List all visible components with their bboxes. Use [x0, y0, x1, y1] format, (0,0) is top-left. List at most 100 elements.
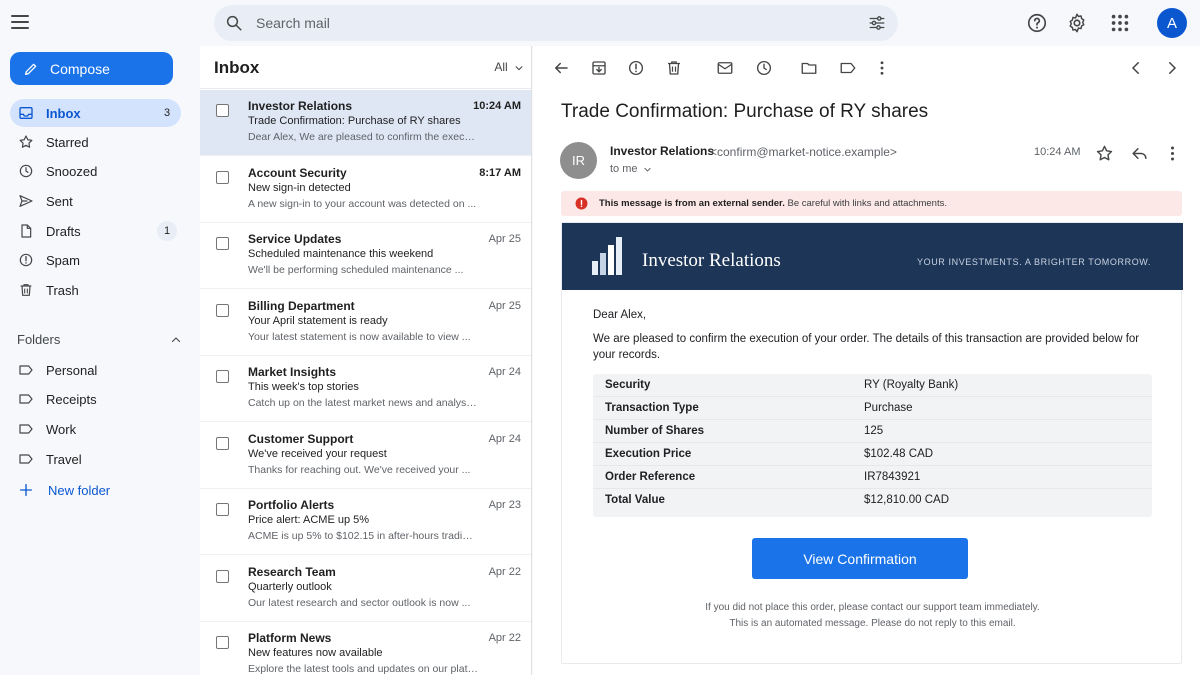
help-icon[interactable] [1026, 12, 1048, 34]
row-checkbox[interactable] [216, 303, 229, 317]
row-checkbox[interactable] [216, 569, 229, 583]
email-row[interactable]: Market Insights Apr 24 This week's top sto… [200, 356, 531, 422]
sidebar-item-label: Inbox [46, 106, 81, 121]
email-row[interactable]: Billing Department Apr 25 Your April state… [200, 290, 531, 356]
row-checkbox[interactable] [216, 503, 229, 516]
chevron-up-icon[interactable] [170, 334, 182, 346]
banner-brand: Investor Relations [642, 250, 781, 271]
sidebar-item-trash[interactable]: Trash [10, 276, 181, 304]
email-row[interactable]: Account Security 8:17 AM New sign-in detec… [200, 157, 531, 223]
email-row[interactable]: Research Team Apr 22 Quarterly outlook Our … [200, 556, 531, 622]
row-date: Apr 24 [488, 366, 521, 378]
compose-button[interactable]: Compose [10, 52, 173, 85]
spam-icon [19, 253, 33, 267]
drafts-count: 1 [157, 221, 177, 241]
folder-label: Personal [46, 363, 98, 378]
search-options-icon[interactable] [868, 14, 886, 32]
filter-label: All [494, 60, 508, 74]
snooze-icon[interactable] [755, 59, 773, 77]
email-row[interactable]: Customer Support Apr 24 We've received you… [200, 423, 531, 489]
recipient-details[interactable]: to me [610, 163, 652, 175]
move-to-folder-icon[interactable] [800, 59, 818, 77]
sidebar: Compose Inbox 3 Starred Snoozed Sent Dra… [0, 46, 200, 675]
row-snippet: Your latest statement is now available t… [248, 330, 471, 343]
search-bar[interactable] [214, 5, 898, 41]
detail-key: Number of Shares [605, 425, 705, 437]
label-icon [19, 454, 33, 464]
footer-line-2: This is an automated message. Please do … [729, 618, 1016, 629]
row-date: Apr 22 [488, 565, 521, 578]
email-row[interactable]: Service Updates Apr 25 Scheduled maintenan… [200, 223, 531, 289]
account-avatar[interactable]: A [1157, 8, 1187, 38]
search-input[interactable] [256, 5, 856, 41]
detail-value: $12,810.00 CAD [864, 494, 950, 506]
top-bar: A [0, 0, 1200, 46]
folder-item-travel[interactable]: Travel [10, 445, 181, 473]
main-menu-icon[interactable] [10, 12, 30, 32]
sidebar-item-inbox[interactable]: Inbox 3 [10, 99, 181, 127]
row-date: 10:24 AM [473, 100, 521, 112]
sidebar-item-sent[interactable]: Sent [10, 187, 181, 215]
row-snippet: Our latest research and sector outlook i… [248, 596, 471, 609]
view-confirmation-button[interactable]: View Confirmation [752, 538, 968, 579]
folder-item-work[interactable]: Work [10, 415, 181, 443]
new-folder-button[interactable]: New folder [10, 476, 181, 504]
sidebar-item-starred[interactable]: Starred [10, 128, 181, 156]
more-vert-icon[interactable] [873, 59, 891, 77]
sidebar-item-label: Spam [46, 253, 80, 268]
sidebar-item-drafts[interactable]: Drafts 1 [10, 217, 181, 245]
detail-row: Number of Shares 125 [593, 420, 1152, 443]
email-row[interactable]: Investor Relations 10:24 AM Trade Confirma… [200, 90, 531, 156]
apps-grid-icon[interactable] [1109, 12, 1131, 34]
row-sender: Platform News [248, 631, 332, 645]
older-chevron-right-icon[interactable] [1163, 59, 1181, 77]
row-date: Apr 22 [488, 632, 521, 644]
email-row[interactable]: Portfolio Alerts Apr 23 Price alert: ACME … [200, 489, 531, 555]
archive-icon[interactable] [590, 59, 608, 77]
label-icon[interactable] [839, 59, 857, 77]
more-vert-icon[interactable] [1163, 144, 1182, 163]
row-subject: Price alert: ACME up 5% [248, 514, 370, 526]
folder-item-receipts[interactable]: Receipts [10, 385, 181, 413]
list-title: Inbox [214, 58, 260, 77]
row-checkbox[interactable] [216, 436, 229, 450]
sidebar-item-label: Sent [46, 194, 73, 209]
folder-label: Receipts [46, 392, 97, 407]
row-date: Apr 25 [488, 299, 521, 312]
filter-dropdown[interactable]: All [494, 60, 524, 74]
row-checkbox[interactable] [216, 370, 229, 383]
row-checkbox[interactable] [216, 237, 229, 250]
detail-row: Security RY (Royalty Bank) [593, 374, 1152, 397]
label-icon [19, 424, 33, 434]
detail-value: 125 [864, 425, 884, 437]
report-spam-icon[interactable] [627, 59, 645, 77]
back-arrow-icon[interactable] [552, 59, 570, 77]
search-icon[interactable] [225, 14, 243, 32]
detail-row: Total Value $12,810.00 CAD [593, 489, 1152, 512]
sidebar-item-label: Drafts [46, 224, 81, 239]
sidebar-item-spam[interactable]: Spam [10, 246, 181, 274]
mark-unread-icon[interactable] [716, 59, 734, 77]
settings-gear-icon[interactable] [1066, 12, 1088, 34]
detail-value: Purchase [864, 402, 913, 414]
plus-icon [20, 484, 32, 496]
sidebar-item-label: Trash [46, 283, 79, 298]
sidebar-item-snoozed[interactable]: Snoozed [10, 157, 181, 185]
sidebar-item-label: Starred [46, 135, 89, 150]
greeting: Dear Alex, [593, 309, 647, 321]
newer-chevron-left-icon[interactable] [1127, 59, 1145, 77]
warning-rest-text: Be careful with links and attachments. [784, 198, 947, 209]
row-checkbox[interactable] [216, 170, 229, 184]
email-row[interactable]: Platform News Apr 22 New features now avai… [200, 622, 531, 675]
row-subject: Scheduled maintenance this weekend [248, 248, 434, 260]
reply-icon[interactable] [1130, 144, 1149, 163]
star-icon[interactable] [1095, 144, 1114, 163]
email-body-card: Investor Relations YOUR INVESTMENTS. A B… [561, 222, 1183, 664]
folder-item-personal[interactable]: Personal [10, 356, 181, 384]
delete-icon[interactable] [665, 59, 683, 77]
row-checkbox[interactable] [216, 104, 229, 117]
row-checkbox[interactable] [216, 636, 229, 649]
trash-icon [20, 284, 32, 296]
unread-count: 3 [163, 107, 171, 119]
row-snippet: ACME is up 5% to $102.15 in after-hours … [248, 530, 478, 542]
